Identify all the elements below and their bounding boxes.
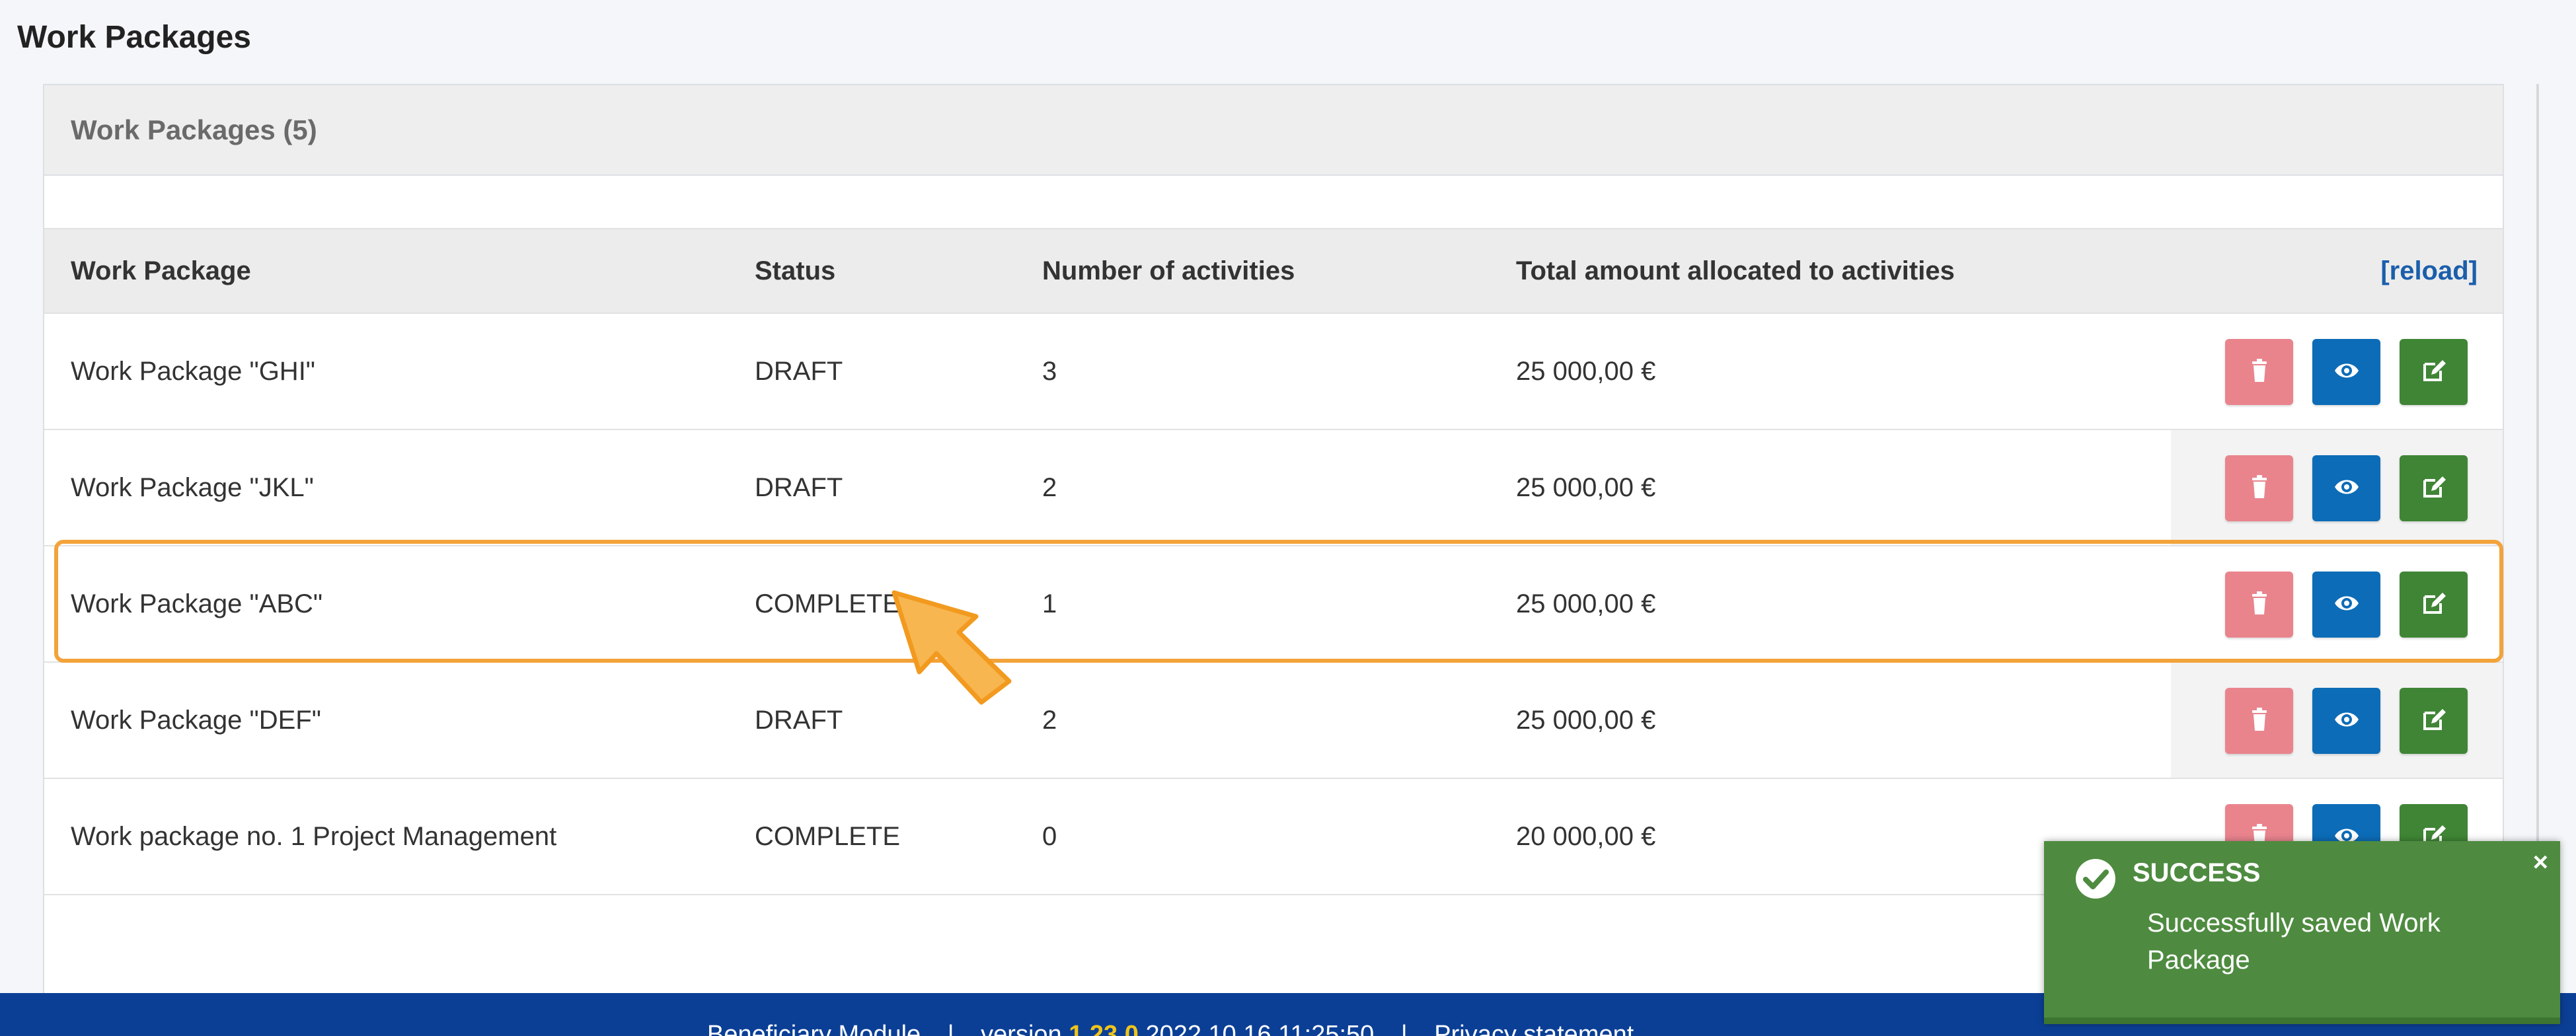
work-package-name: Work package no. 1 Project Management <box>71 822 557 851</box>
work-packages-table: Work Package Status Number of activities… <box>44 228 2503 895</box>
delete-icon <box>2246 474 2273 503</box>
footer-version: 1.23.0 <box>1069 1021 1139 1036</box>
view-button[interactable] <box>2312 688 2380 754</box>
check-circle-icon <box>2076 859 2115 899</box>
work-package-name: Work Package "DEF" <box>71 706 321 735</box>
privacy-statement-link[interactable]: Privacy statement <box>1434 1021 1634 1036</box>
delete-icon <box>2246 590 2273 620</box>
work-package-activities: 0 <box>1042 822 1057 851</box>
panel-title: Work Packages (5) <box>71 114 317 145</box>
work-package-activities: 2 <box>1042 473 1057 502</box>
work-package-status: COMPLETE <box>755 822 901 851</box>
work-package-name: Work Package "JKL" <box>71 473 314 502</box>
page-title: Work Packages <box>17 20 251 55</box>
view-button[interactable] <box>2312 455 2380 521</box>
row-actions <box>2171 663 2503 778</box>
pointer-arrow-icon <box>891 590 1012 705</box>
header-status[interactable]: Status <box>755 229 835 313</box>
eye-icon <box>2333 706 2360 736</box>
delete-icon <box>2246 706 2273 736</box>
delete-button[interactable] <box>2225 688 2293 754</box>
view-button[interactable] <box>2312 339 2380 405</box>
edit-icon <box>2421 590 2447 620</box>
footer-datetime: 2022.10.16 11:25:50 <box>1145 1021 1375 1036</box>
eye-icon <box>2333 590 2360 620</box>
view-button[interactable] <box>2312 572 2380 638</box>
header-total-amount[interactable]: Total amount allocated to activities <box>1516 229 1955 313</box>
work-package-status: COMPLETE <box>755 589 901 618</box>
delete-button[interactable] <box>2225 339 2293 405</box>
work-package-activities: 3 <box>1042 357 1057 386</box>
row-actions <box>2171 430 2503 545</box>
header-number-of-activities[interactable]: Number of activities <box>1042 229 1295 313</box>
work-package-name: Work Package "GHI" <box>71 357 315 386</box>
work-package-amount: 20 000,00 € <box>1516 822 1656 851</box>
delete-button[interactable] <box>2225 572 2293 638</box>
reload-link[interactable]: [reload] <box>2380 229 2478 313</box>
footer-separator: | <box>1400 1021 1408 1036</box>
delete-button[interactable] <box>2225 455 2293 521</box>
row-actions <box>2171 314 2503 429</box>
success-toast[interactable]: SUCCESS Successfully saved Work Package … <box>2044 841 2560 1024</box>
edit-icon <box>2421 706 2447 736</box>
work-package-status: DRAFT <box>755 473 843 502</box>
work-package-amount: 25 000,00 € <box>1516 357 1656 386</box>
eye-icon <box>2333 357 2360 387</box>
work-package-amount: 25 000,00 € <box>1516 706 1656 735</box>
footer-module: Beneficiary Module <box>707 1021 921 1036</box>
work-package-activities: 1 <box>1042 589 1057 618</box>
work-package-amount: 25 000,00 € <box>1516 473 1656 502</box>
toast-message: Successfully saved Work Package <box>2147 908 2441 975</box>
eye-icon <box>2333 474 2360 503</box>
header-work-package[interactable]: Work Package <box>71 229 251 313</box>
edit-icon <box>2421 474 2447 503</box>
row-actions <box>2171 546 2503 661</box>
work-package-status: DRAFT <box>755 357 843 386</box>
toast-close-button[interactable]: × <box>2533 848 2548 877</box>
edit-button[interactable] <box>2400 688 2468 754</box>
footer-version-label: version <box>981 1021 1062 1036</box>
table-row: Work Package "GHI" DRAFT 3 25 000,00 € <box>44 314 2503 430</box>
table-row: Work Package "ABC" COMPLETE 1 25 000,00 € <box>44 546 2503 663</box>
edit-icon <box>2421 357 2447 387</box>
table-row: Work Package "DEF" DRAFT 2 25 000,00 € <box>44 663 2503 779</box>
work-package-status: DRAFT <box>755 706 843 735</box>
edit-button[interactable] <box>2400 339 2468 405</box>
panel-header: Work Packages (5) <box>44 85 2503 176</box>
work-package-name: Work Package "ABC" <box>71 589 323 618</box>
edit-button[interactable] <box>2400 572 2468 638</box>
work-package-activities: 2 <box>1042 706 1057 735</box>
toast-title: SUCCESS <box>2133 858 2261 887</box>
edit-button[interactable] <box>2400 455 2468 521</box>
delete-icon <box>2246 357 2273 387</box>
table-header: Work Package Status Number of activities… <box>44 228 2503 314</box>
footer-separator: | <box>947 1021 954 1036</box>
table-row: Work Package "JKL" DRAFT 2 25 000,00 € <box>44 430 2503 546</box>
work-package-amount: 25 000,00 € <box>1516 589 1656 618</box>
